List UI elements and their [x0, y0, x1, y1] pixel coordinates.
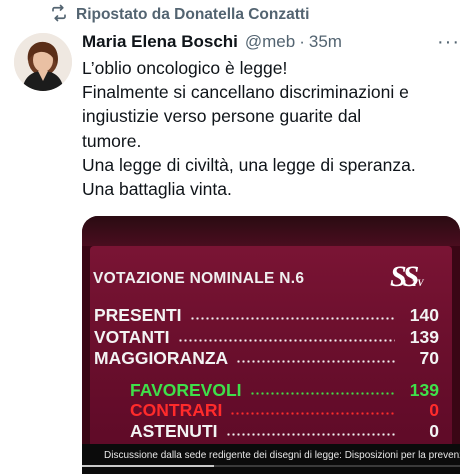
row-label: FAVOREVOLI	[130, 379, 242, 400]
more-icon[interactable]: ···	[437, 32, 460, 52]
dot-leader	[177, 339, 395, 342]
row-label: MAGGIORANZA	[94, 347, 229, 368]
post-text-line: Una battaglia vinta.	[82, 179, 232, 200]
author-handle[interactable]: @meb	[245, 32, 295, 52]
repost-indicator[interactable]: Ripostato da Donatella Conzatti	[50, 4, 310, 27]
post-text-line: ingiustizie verso persone guarite dal	[82, 106, 362, 127]
scoreboard-frame	[82, 216, 460, 246]
dot-leader	[236, 360, 395, 363]
video-progress-bar[interactable]	[82, 465, 460, 467]
row-value: 70	[419, 347, 439, 368]
author-name[interactable]: Maria Elena Boschi	[82, 32, 238, 52]
repost-label: Ripostato da Donatella Conzatti	[76, 6, 310, 23]
dot-leader	[189, 317, 395, 320]
scoreboard-row-maggioranza: MAGGIORANZA 70	[94, 347, 439, 369]
scoreboard-row-presenti: PRESENTI 140	[94, 304, 439, 326]
senato-tv-logo: SS TV	[390, 260, 424, 293]
post-header: Maria Elena Boschi @meb · 35m ···	[82, 30, 460, 54]
ticker-text: Discussione dalla sede redigente dei dis…	[104, 450, 460, 461]
video-caption-ticker: Discussione dalla sede redigente dei dis…	[82, 444, 460, 474]
dot-leader	[225, 433, 395, 436]
avatar[interactable]	[14, 33, 72, 91]
dot-leader	[249, 392, 395, 395]
post-text-line: Una legge di civiltà, una legge di spera…	[82, 154, 416, 175]
post-media-image[interactable]: VOTAZIONE NOMINALE N.6 SS TV PRESENTI 140…	[82, 216, 460, 474]
row-value: 139	[409, 379, 439, 400]
scoreboard-row-favorevoli: FAVOREVOLI 139	[130, 379, 439, 401]
post-text-line: Finalmente si cancellano discriminazioni…	[82, 82, 409, 103]
post-text-line: L’oblio oncologico è legge!	[82, 58, 288, 78]
scoreboard-row-astenuti: ASTENUTI 0	[130, 420, 439, 442]
row-label: PRESENTI	[94, 304, 182, 325]
dot-leader	[230, 412, 395, 415]
meta-separator: ·	[299, 32, 305, 51]
row-value: 0	[429, 399, 439, 420]
row-label: ASTENUTI	[130, 420, 218, 441]
scoreboard-row-votanti: VOTANTI 139	[94, 326, 439, 348]
row-label: VOTANTI	[94, 326, 170, 347]
repost-icon	[50, 4, 68, 27]
post-text: L’oblio oncologico è legge! Finalmente s…	[82, 56, 466, 201]
scoreboard-title: VOTAZIONE NOMINALE N.6	[93, 270, 305, 287]
row-value: 139	[409, 326, 439, 347]
row-value: 0	[429, 420, 439, 441]
row-value: 140	[409, 304, 439, 325]
post-text-line: tumore.	[82, 130, 142, 151]
post-time[interactable]: 35m	[309, 32, 342, 52]
row-label: CONTRARI	[130, 399, 223, 420]
scoreboard-row-contrari: CONTRARI 0	[130, 399, 439, 421]
